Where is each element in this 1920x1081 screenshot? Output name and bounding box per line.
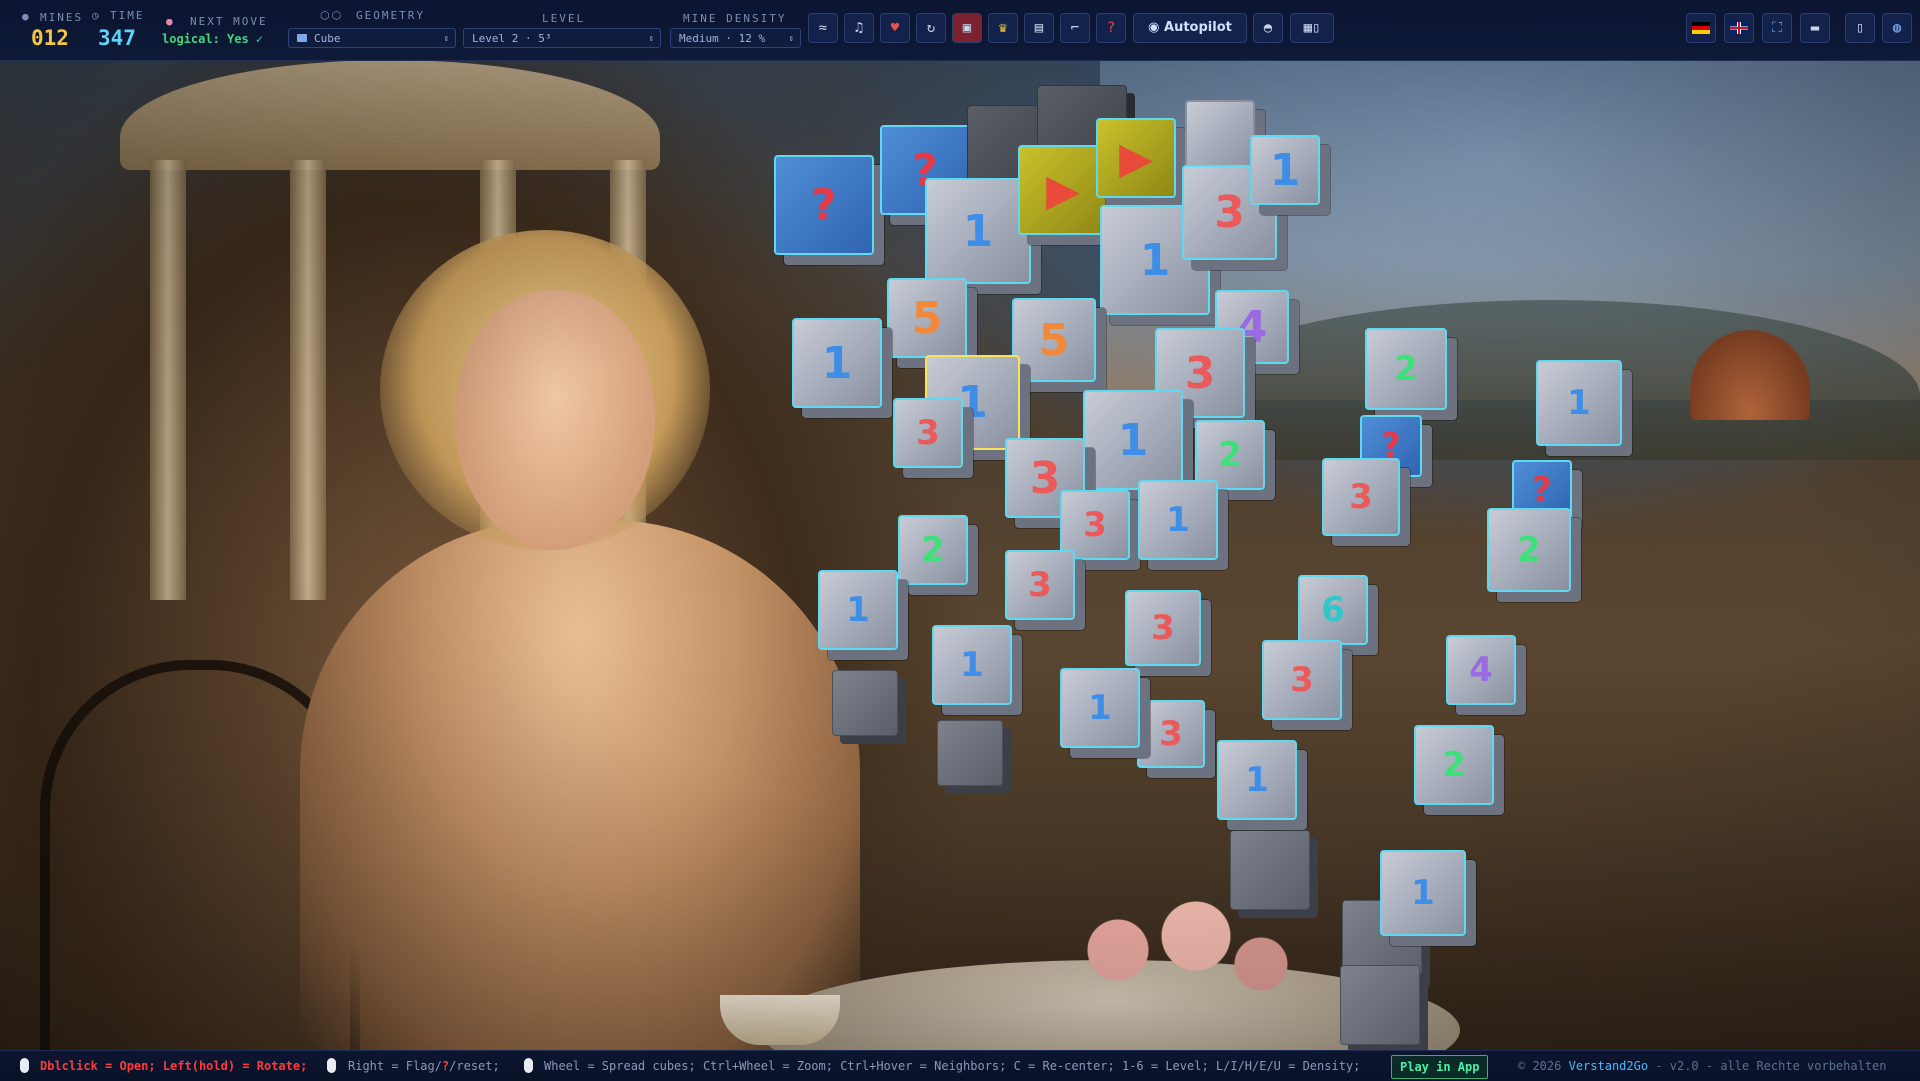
mobile-icon[interactable]: ▯ (1845, 13, 1875, 43)
fullscreen-icon[interactable]: ⛶ (1762, 13, 1792, 43)
cube[interactable]: 1 (925, 178, 1031, 284)
version-rights: - v2.0 - alle Rechte vorbehalten (1655, 1059, 1887, 1073)
shop-icon[interactable]: ♥ (880, 13, 910, 43)
load-icon[interactable]: ⌐ (1060, 13, 1090, 43)
geometry-label: GEOMETRY (356, 9, 425, 22)
camera-icon[interactable]: ◓ (1253, 13, 1283, 43)
game-board[interactable]: ? ? 1 ▶ ▶ 1 3 1 5 5 1 1 3 4 3 1 2 3 3 1 … (0, 60, 1920, 1050)
geometry-value: Cube (314, 32, 341, 45)
flag-de-icon[interactable] (1686, 13, 1716, 43)
mines-counter: 012 (31, 26, 69, 50)
whale-icon[interactable]: ≈ (808, 13, 838, 43)
cube[interactable]: 3 (1322, 458, 1400, 536)
chevron-updown-icon: ⇕ (443, 34, 449, 44)
level-select[interactable]: Level 2 · 5³ ⇕ (463, 28, 661, 48)
help-icon[interactable]: ? (1096, 13, 1126, 43)
cube[interactable]: 4 (1446, 635, 1516, 705)
mine-icon: ● (22, 10, 31, 23)
cube[interactable]: 6 (1298, 575, 1368, 645)
cube[interactable]: 3 (893, 398, 963, 468)
mine-density-select[interactable]: Medium · 12 % ⇕ (670, 28, 801, 48)
cube[interactable]: ? (774, 155, 874, 255)
cube[interactable]: 2 (898, 515, 968, 585)
cube[interactable] (832, 670, 898, 736)
user-icon[interactable]: ◍ (1882, 13, 1912, 43)
cube[interactable]: ▶ (1018, 145, 1108, 235)
time-counter: 347 (98, 26, 136, 50)
mouse-wheel-icon (524, 1058, 533, 1073)
top-bar: ● MINES ◷ TIME 012 347 ● NEXT MOVE logic… (0, 0, 1920, 61)
trophy-icon[interactable]: ♛ (988, 13, 1018, 43)
level-value: Level 2 · 5³ (472, 32, 552, 45)
autopilot-button[interactable]: ◉ Autopilot (1133, 13, 1247, 43)
play-in-app-button[interactable]: Play in App (1391, 1055, 1489, 1079)
cube[interactable]: 1 (932, 625, 1012, 705)
copyright: © 2026 Verstand2Go - v2.0 - alle Rechte … (1518, 1051, 1887, 1081)
music-icon[interactable]: ♫ (844, 13, 874, 43)
cube[interactable]: ▶ (1096, 118, 1176, 198)
mine-density-value: Medium · 12 % (679, 32, 766, 45)
brand-link[interactable]: Verstand2Go (1569, 1059, 1648, 1073)
cube[interactable]: 2 (1365, 328, 1447, 410)
cube[interactable]: 1 (1380, 850, 1466, 936)
layout-icon[interactable]: ▦▯ (1290, 13, 1334, 43)
flag-uk-icon[interactable] (1724, 13, 1754, 43)
reload-icon[interactable]: ↻ (916, 13, 946, 43)
cube[interactable]: 3 (1125, 590, 1201, 666)
theme-icon[interactable]: ▬ (1800, 13, 1830, 43)
cube[interactable]: 1 (1217, 740, 1297, 820)
cube-icon (297, 34, 307, 42)
time-label: TIME (110, 9, 145, 22)
hint-reset-text: /reset; (449, 1059, 500, 1073)
cube[interactable]: 2 (1414, 725, 1494, 805)
hint-open-rotate: Dblclick = Open; Left(hold) = Rotate; (40, 1059, 308, 1073)
cube[interactable]: 1 (792, 318, 882, 408)
cube[interactable]: 1 (1083, 390, 1183, 490)
robot-icon: ◉ (1148, 20, 1165, 35)
save-icon[interactable]: ▤ (1024, 13, 1054, 43)
next-move-label: NEXT MOVE (190, 15, 268, 28)
chevron-updown-icon: ⇕ (648, 34, 654, 44)
cube[interactable]: 1 (818, 570, 898, 650)
hint-flag: Right = Flag/?/reset; (348, 1051, 500, 1081)
next-move-value: logical: Yes ✓ (162, 32, 264, 46)
card-icon[interactable]: ▣ (952, 13, 982, 43)
hint-wheel: Wheel = Spread cubes; Ctrl+Wheel = Zoom;… (544, 1059, 1361, 1073)
clock-icon: ◷ (92, 9, 101, 22)
brain-icon: ● (166, 15, 175, 28)
cube[interactable]: 3 (1005, 550, 1075, 620)
hint-flag-text: Right = Flag/ (348, 1059, 442, 1073)
cube[interactable] (1340, 965, 1420, 1045)
cube[interactable]: 3 (1262, 640, 1342, 720)
cube[interactable]: 5 (1012, 298, 1096, 382)
geometry-icon: ⬡⬡ (320, 9, 344, 22)
cube[interactable]: 5 (887, 278, 967, 358)
geometry-select[interactable]: Cube ⇕ (288, 28, 456, 48)
mouse-left-icon (20, 1058, 29, 1073)
chevron-updown-icon: ⇕ (788, 34, 794, 44)
cube[interactable]: 1 (1536, 360, 1622, 446)
level-label: LEVEL (542, 12, 586, 25)
mines-label: MINES (40, 11, 84, 24)
cube[interactable] (937, 720, 1003, 786)
bottom-bar: Dblclick = Open; Left(hold) = Rotate; Ri… (0, 1050, 1920, 1081)
cube[interactable]: 1 (1138, 480, 1218, 560)
cube[interactable] (1185, 100, 1255, 170)
cube[interactable]: 3 (1137, 700, 1205, 768)
cube[interactable]: 1 (1060, 668, 1140, 748)
mouse-right-icon (327, 1058, 336, 1073)
mine-density-label: MINE DENSITY (683, 12, 787, 25)
copyright-year: © 2026 (1518, 1059, 1562, 1073)
cube[interactable]: 2 (1487, 508, 1571, 592)
cube[interactable]: 1 (1250, 135, 1320, 205)
autopilot-label: Autopilot (1164, 20, 1232, 35)
cube[interactable] (1230, 830, 1310, 910)
